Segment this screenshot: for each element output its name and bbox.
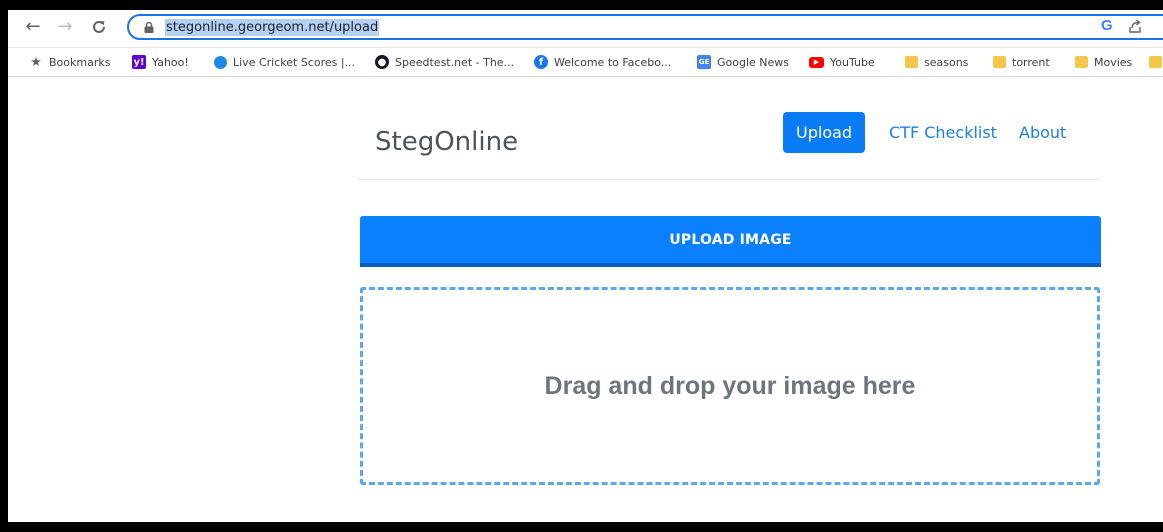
bookmark-label: Google News [717,55,790,69]
address-bar[interactable]: stegonline.georgeom.net/upload [127,14,1163,40]
bookmark-label: Movies [1094,55,1133,69]
header-divider [358,179,1099,180]
forward-arrow-icon[interactable]: → [54,16,76,38]
back-arrow-icon[interactable]: ← [22,16,44,38]
nav-ctf-checklist[interactable]: CTF Checklist [876,112,1010,153]
upload-image-button[interactable]: UPLOAD IMAGE [360,216,1101,267]
bookmark-bookmarks[interactable]: ★ Bookmarks [29,54,110,70]
bookmark-folder-overflow[interactable] [1149,54,1163,70]
bookmark-label: seasons [924,55,969,69]
browser-toolbar: ← → stegonline.georgeom.net/upload G [8,10,1163,48]
bookmark-google-news[interactable]: GE Google News [697,54,789,70]
reload-icon[interactable] [88,16,110,38]
bookmark-youtube[interactable]: ▶ YouTube [809,54,875,70]
bookmark-cricket[interactable]: Live Cricket Scores |... [214,54,355,70]
cricket-icon [214,55,227,69]
bookmark-folder-movies[interactable]: Movies [1075,54,1132,70]
browser-window: ← → stegonline.georgeom.net/upload G ★ B… [8,10,1163,522]
dropzone-text: Drag and drop your image here [544,371,916,400]
bookmark-label: Yahoo! [152,55,189,69]
bookmark-yahoo[interactable]: y! Yahoo! [132,54,189,70]
bookmark-speedtest[interactable]: ● Speedtest.net - The... [375,54,514,70]
google-news-icon: GE [697,55,711,69]
url-text[interactable]: stegonline.georgeom.net/upload [165,19,380,36]
speedtest-icon: ● [375,55,389,69]
folder-icon [1149,56,1162,68]
image-dropzone[interactable]: Drag and drop your image here [360,287,1100,485]
star-icon: ★ [30,54,42,70]
brand-title[interactable]: StegOnline [375,127,518,157]
bookmark-label: Welcome to Facebo... [554,55,672,69]
facebook-icon: f [534,55,548,69]
bookmark-label: torrent [1012,55,1050,69]
bookmarks-bar: ★ Bookmarks y! Yahoo! Live Cricket Score… [8,48,1163,77]
bookmark-label: Speedtest.net - The... [395,55,515,69]
folder-icon [993,56,1006,68]
bookmark-folder-torrent[interactable]: torrent [993,54,1050,70]
bookmark-folder-seasons[interactable]: seasons [905,54,968,70]
bookmark-facebook[interactable]: f Welcome to Facebo... [534,54,671,70]
bookmark-label: Bookmarks [49,55,111,69]
yahoo-icon: y! [132,55,146,69]
nav-upload[interactable]: Upload [783,112,866,153]
share-icon[interactable] [1127,18,1143,34]
youtube-icon: ▶ [809,56,824,68]
bookmark-label: YouTube [830,55,875,69]
folder-icon [1075,56,1088,68]
bookmark-label: Live Cricket Scores |... [233,55,356,69]
folder-icon [905,56,918,68]
lock-icon [144,22,154,33]
nav-about[interactable]: About [1006,112,1079,153]
google-icon[interactable]: G [1101,17,1113,34]
